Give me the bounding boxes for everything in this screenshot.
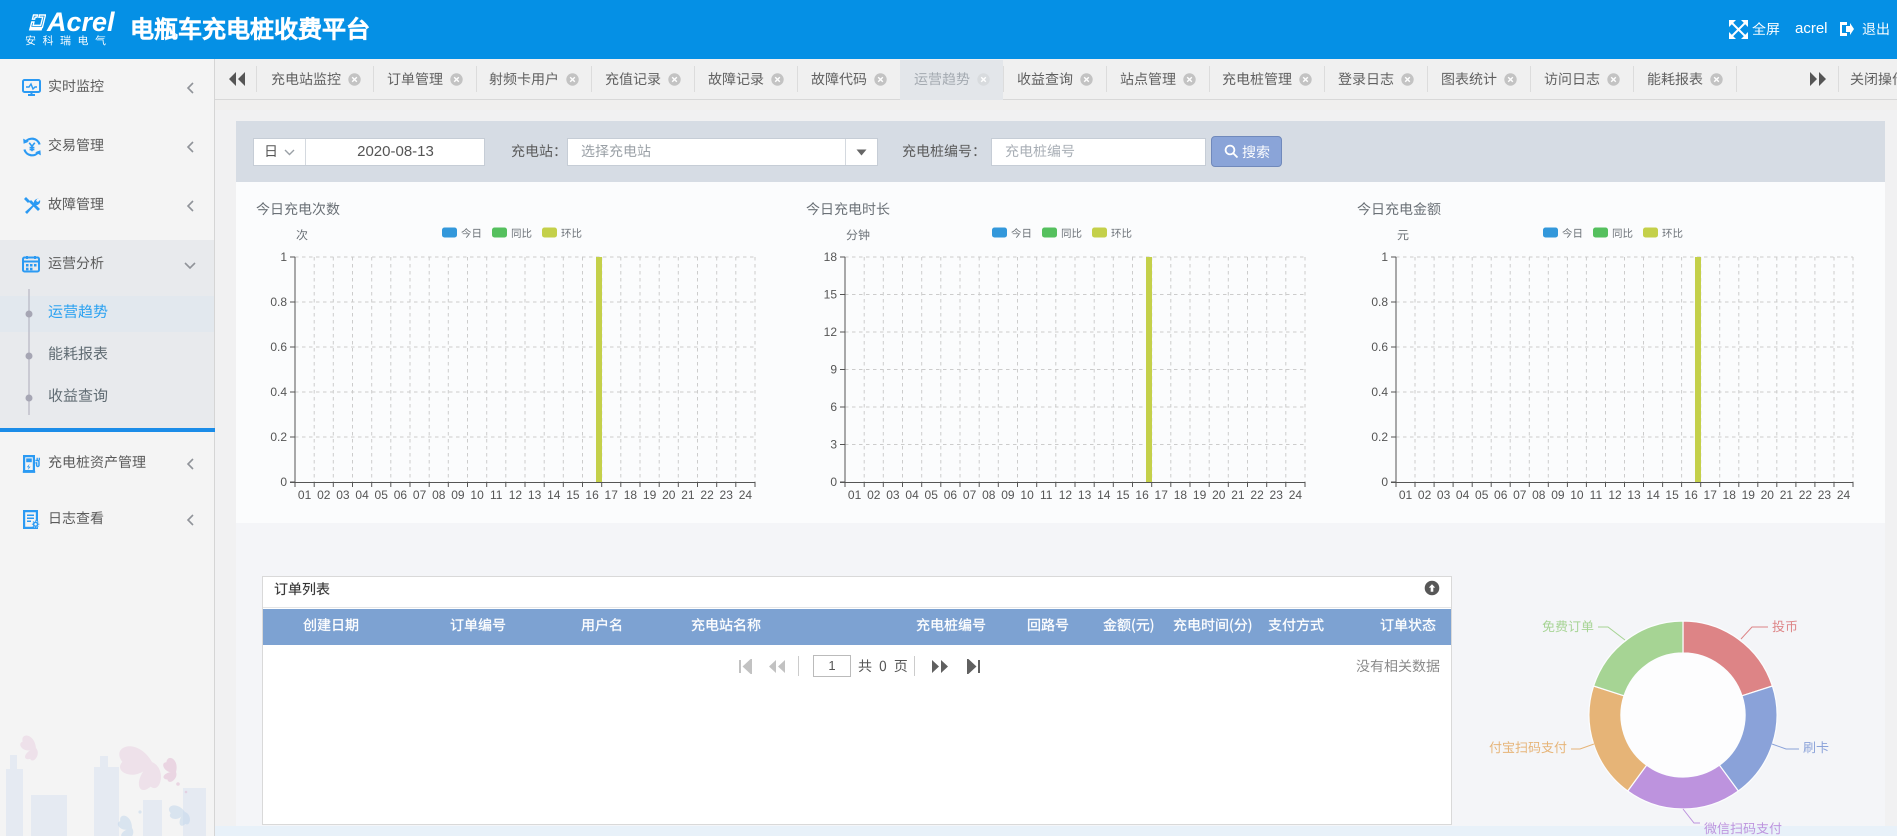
svg-text:12: 12	[509, 488, 523, 502]
svg-text:0.2: 0.2	[1371, 430, 1388, 444]
svg-text:01: 01	[1399, 488, 1413, 502]
svg-text:0.4: 0.4	[270, 385, 287, 399]
svg-text:03: 03	[1437, 488, 1451, 502]
svg-text:24: 24	[739, 488, 753, 502]
svg-text:18: 18	[624, 488, 638, 502]
svg-text:20: 20	[1212, 488, 1226, 502]
svg-text:22: 22	[1250, 488, 1264, 502]
svg-text:0.6: 0.6	[270, 340, 287, 354]
svg-text:04: 04	[355, 488, 369, 502]
svg-text:16: 16	[585, 488, 599, 502]
svg-text:01: 01	[298, 488, 312, 502]
svg-text:07: 07	[413, 488, 427, 502]
svg-text:11: 11	[1590, 488, 1603, 502]
svg-text:15: 15	[1116, 488, 1130, 502]
svg-text:24: 24	[1837, 488, 1851, 502]
svg-text:22: 22	[700, 488, 714, 502]
svg-text:21: 21	[681, 488, 695, 502]
svg-text:08: 08	[982, 488, 996, 502]
svg-text:14: 14	[1646, 488, 1660, 502]
svg-text:15: 15	[824, 288, 838, 302]
svg-text:08: 08	[432, 488, 446, 502]
svg-text:0: 0	[280, 475, 287, 489]
svg-text:18: 18	[824, 250, 838, 264]
svg-text:04: 04	[1456, 488, 1470, 502]
svg-text:13: 13	[1078, 488, 1092, 502]
svg-text:24: 24	[1289, 488, 1303, 502]
svg-text:14: 14	[547, 488, 561, 502]
svg-text:19: 19	[1193, 488, 1207, 502]
svg-text:20: 20	[1761, 488, 1775, 502]
svg-text:16: 16	[1684, 488, 1698, 502]
svg-text:06: 06	[394, 488, 408, 502]
svg-text:04: 04	[905, 488, 919, 502]
svg-text:17: 17	[1704, 488, 1718, 502]
svg-text:18: 18	[1723, 488, 1737, 502]
svg-text:13: 13	[528, 488, 542, 502]
svg-text:23: 23	[1818, 488, 1832, 502]
svg-text:0.8: 0.8	[270, 295, 287, 309]
svg-text:0: 0	[1381, 475, 1388, 489]
svg-text:13: 13	[1627, 488, 1641, 502]
svg-text:19: 19	[1742, 488, 1756, 502]
svg-text:0: 0	[830, 475, 837, 489]
svg-text:05: 05	[925, 488, 939, 502]
svg-text:0.8: 0.8	[1371, 295, 1388, 309]
svg-text:16: 16	[1135, 488, 1149, 502]
svg-text:07: 07	[963, 488, 977, 502]
svg-text:10: 10	[470, 488, 484, 502]
svg-text:06: 06	[1494, 488, 1508, 502]
svg-text:02: 02	[867, 488, 881, 502]
svg-text:07: 07	[1513, 488, 1527, 502]
svg-text:15: 15	[566, 488, 580, 502]
svg-text:23: 23	[720, 488, 734, 502]
svg-text:11: 11	[1040, 488, 1053, 502]
svg-text:12: 12	[1608, 488, 1622, 502]
svg-text:21: 21	[1231, 488, 1245, 502]
svg-text:05: 05	[375, 488, 389, 502]
svg-text:17: 17	[1155, 488, 1169, 502]
svg-text:17: 17	[605, 488, 619, 502]
svg-text:15: 15	[1665, 488, 1679, 502]
svg-text:9: 9	[830, 363, 837, 377]
svg-text:0.4: 0.4	[1371, 385, 1388, 399]
svg-text:23: 23	[1270, 488, 1284, 502]
svg-text:12: 12	[1059, 488, 1073, 502]
svg-text:20: 20	[662, 488, 676, 502]
svg-text:21: 21	[1780, 488, 1794, 502]
svg-text:0.2: 0.2	[270, 430, 287, 444]
svg-text:05: 05	[1475, 488, 1489, 502]
svg-text:02: 02	[1418, 488, 1432, 502]
svg-text:06: 06	[944, 488, 958, 502]
svg-text:10: 10	[1570, 488, 1584, 502]
svg-text:1: 1	[280, 250, 287, 264]
svg-text:11: 11	[490, 488, 503, 502]
svg-text:03: 03	[336, 488, 350, 502]
svg-text:14: 14	[1097, 488, 1111, 502]
svg-text:22: 22	[1799, 488, 1813, 502]
svg-text:02: 02	[317, 488, 331, 502]
svg-text:18: 18	[1174, 488, 1188, 502]
svg-text:12: 12	[824, 325, 838, 339]
svg-text:08: 08	[1532, 488, 1546, 502]
svg-text:09: 09	[451, 488, 465, 502]
svg-text:19: 19	[643, 488, 657, 502]
svg-text:09: 09	[1001, 488, 1015, 502]
svg-text:6: 6	[830, 400, 837, 414]
svg-text:10: 10	[1020, 488, 1034, 502]
svg-text:09: 09	[1551, 488, 1565, 502]
svg-text:0.6: 0.6	[1371, 340, 1388, 354]
svg-text:01: 01	[848, 488, 862, 502]
svg-text:03: 03	[886, 488, 900, 502]
svg-text:1: 1	[1381, 250, 1388, 264]
svg-text:3: 3	[830, 438, 837, 452]
